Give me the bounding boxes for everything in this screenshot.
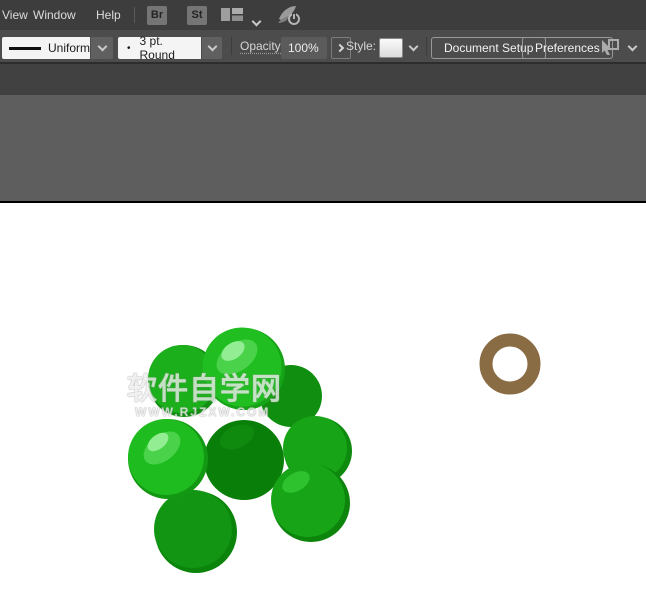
- artboard[interactable]: 软件自学网 WWW.RJZXW.COM: [0, 203, 646, 603]
- stroke-profile-preview: [9, 47, 41, 50]
- menu-window[interactable]: Window: [33, 0, 76, 30]
- opacity-input[interactable]: 100%: [281, 37, 327, 59]
- stroke-profile-select[interactable]: Uniform: [2, 37, 90, 59]
- stroke-profile-value: Uniform: [48, 41, 90, 55]
- pea-bottom[interactable]: [154, 490, 232, 568]
- select-similar-icon[interactable]: [598, 39, 620, 60]
- style-dropdown-button[interactable]: [405, 37, 421, 59]
- menu-help[interactable]: Help: [96, 0, 121, 30]
- menu-view[interactable]: View: [2, 0, 28, 30]
- style-swatch[interactable]: [379, 38, 403, 58]
- gpu-performance-icon[interactable]: [277, 5, 301, 31]
- opacity-label[interactable]: Opacity:: [240, 30, 284, 62]
- menu-separator: [134, 7, 135, 23]
- artboard-canvas[interactable]: [0, 203, 646, 603]
- stroke-profile-dropdown-button[interactable]: [91, 37, 113, 59]
- workspace-chevron-icon[interactable]: [253, 12, 260, 30]
- style-label: Style:: [346, 30, 376, 62]
- control-separator-2: [426, 37, 427, 55]
- brush-select[interactable]: • 3 pt. Round: [118, 37, 201, 59]
- brown-ring[interactable]: [486, 340, 534, 388]
- bridge-button[interactable]: Br: [147, 6, 167, 25]
- control-separator: [231, 37, 232, 55]
- brush-bullet: •: [127, 43, 131, 54]
- select-similar-chevron-icon[interactable]: [624, 37, 640, 59]
- menu-bar: View Window Help Br St: [0, 0, 646, 30]
- pasteboard[interactable]: [0, 95, 646, 201]
- panel-dock-band: [0, 62, 646, 95]
- control-bar: Uniform • 3 pt. Round Opacity: 100% Styl…: [0, 30, 646, 62]
- workspace-switcher-icon[interactable]: [221, 8, 244, 27]
- stock-button[interactable]: St: [187, 6, 207, 25]
- brush-value: 3 pt. Round: [140, 34, 201, 62]
- brush-dropdown-button[interactable]: [202, 37, 222, 59]
- illustrator-window: { "menu_bar": { "items": [ { "label": "V…: [0, 0, 646, 603]
